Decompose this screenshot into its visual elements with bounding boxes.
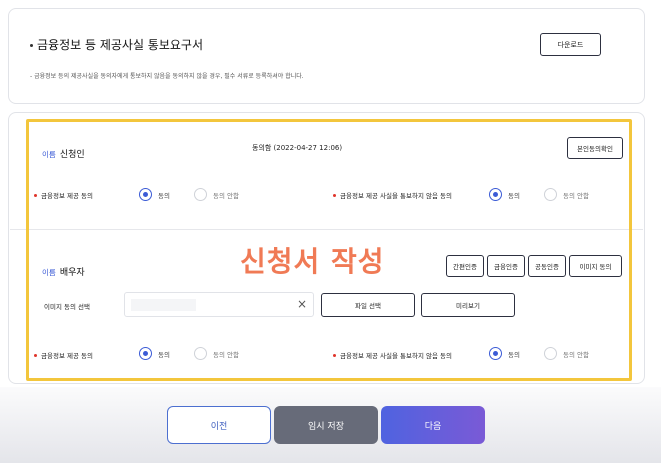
radio-checked-icon — [489, 188, 502, 201]
radio-applicant-q2-disagree[interactable]: 동의 안함 — [544, 188, 589, 201]
name-value: 신청인 — [59, 150, 85, 160]
radio-spouse-q1-disagree[interactable]: 동의 안함 — [194, 347, 239, 360]
bullet-icon — [30, 44, 33, 47]
file-path-value — [131, 299, 196, 311]
radio-unchecked-icon — [194, 188, 207, 201]
radio-applicant-q1-agree[interactable]: 동의 — [139, 188, 170, 201]
radio-checked-icon — [139, 188, 152, 201]
radio-checked-icon — [139, 347, 152, 360]
document-note: - 금융정보 등의 제공사실을 동의자에게 통보하지 않음을 동의하지 않을 경… — [30, 73, 304, 80]
radio-spouse-q2-agree[interactable]: 동의 — [489, 347, 520, 360]
image-consent-button[interactable]: 이미지 동의 — [569, 255, 622, 277]
radio-unchecked-icon — [544, 188, 557, 201]
prev-button[interactable]: 이전 — [167, 406, 271, 444]
spouse-name: 이름 배우자 — [42, 260, 85, 279]
temp-save-button[interactable]: 임시 저장 — [274, 406, 378, 444]
required-dot-icon — [333, 353, 336, 357]
joint-auth-button[interactable]: 공동인증 — [528, 255, 566, 277]
question-info-consent: 금융정보 제공 동의 — [34, 190, 93, 200]
applicant-name: 이름 신청인 — [42, 142, 85, 161]
preview-button[interactable]: 미리보기 — [421, 293, 515, 317]
radio-spouse-q2-disagree[interactable]: 동의 안함 — [544, 347, 589, 360]
file-select-button[interactable]: 파일 선택 — [321, 293, 415, 317]
verify-consent-button[interactable]: 본인동의확인 — [567, 137, 623, 159]
overlay-title: 신청서 작성 — [240, 245, 385, 278]
image-consent-label: 이미지 동의 선택 — [44, 303, 90, 311]
download-button[interactable]: 다운로드 — [540, 33, 601, 56]
document-title: 금융정보 등 제공사실 통보요구서 — [30, 36, 203, 53]
consent-date: 동의함 (2022-04-27 12:06) — [252, 144, 343, 152]
name-value: 배우자 — [59, 268, 85, 278]
financial-auth-button[interactable]: 금융인증 — [487, 255, 525, 277]
required-dot-icon — [333, 193, 336, 197]
radio-checked-icon — [489, 347, 502, 360]
name-label: 이름 — [42, 268, 56, 277]
file-path-input[interactable]: × — [124, 292, 314, 317]
radio-unchecked-icon — [544, 347, 557, 360]
question-no-notification: 금융정보 제공 사실을 통보하지 않음 동의 — [333, 190, 452, 200]
required-dot-icon — [34, 193, 37, 197]
required-dot-icon — [34, 353, 37, 357]
document-card — [8, 8, 645, 104]
radio-applicant-q2-agree[interactable]: 동의 — [489, 188, 520, 201]
question-no-notification: 금융정보 제공 사실을 통보하지 않음 동의 — [333, 350, 452, 360]
simple-auth-button[interactable]: 간편인증 — [446, 255, 484, 277]
radio-applicant-q1-disagree[interactable]: 동의 안함 — [194, 188, 239, 201]
radio-spouse-q1-agree[interactable]: 동의 — [139, 347, 170, 360]
question-info-consent: 금융정보 제공 동의 — [34, 350, 93, 360]
section-divider — [10, 229, 643, 230]
next-button[interactable]: 다음 — [381, 406, 485, 444]
close-icon[interactable]: × — [297, 297, 307, 311]
name-label: 이름 — [42, 150, 56, 159]
radio-unchecked-icon — [194, 347, 207, 360]
